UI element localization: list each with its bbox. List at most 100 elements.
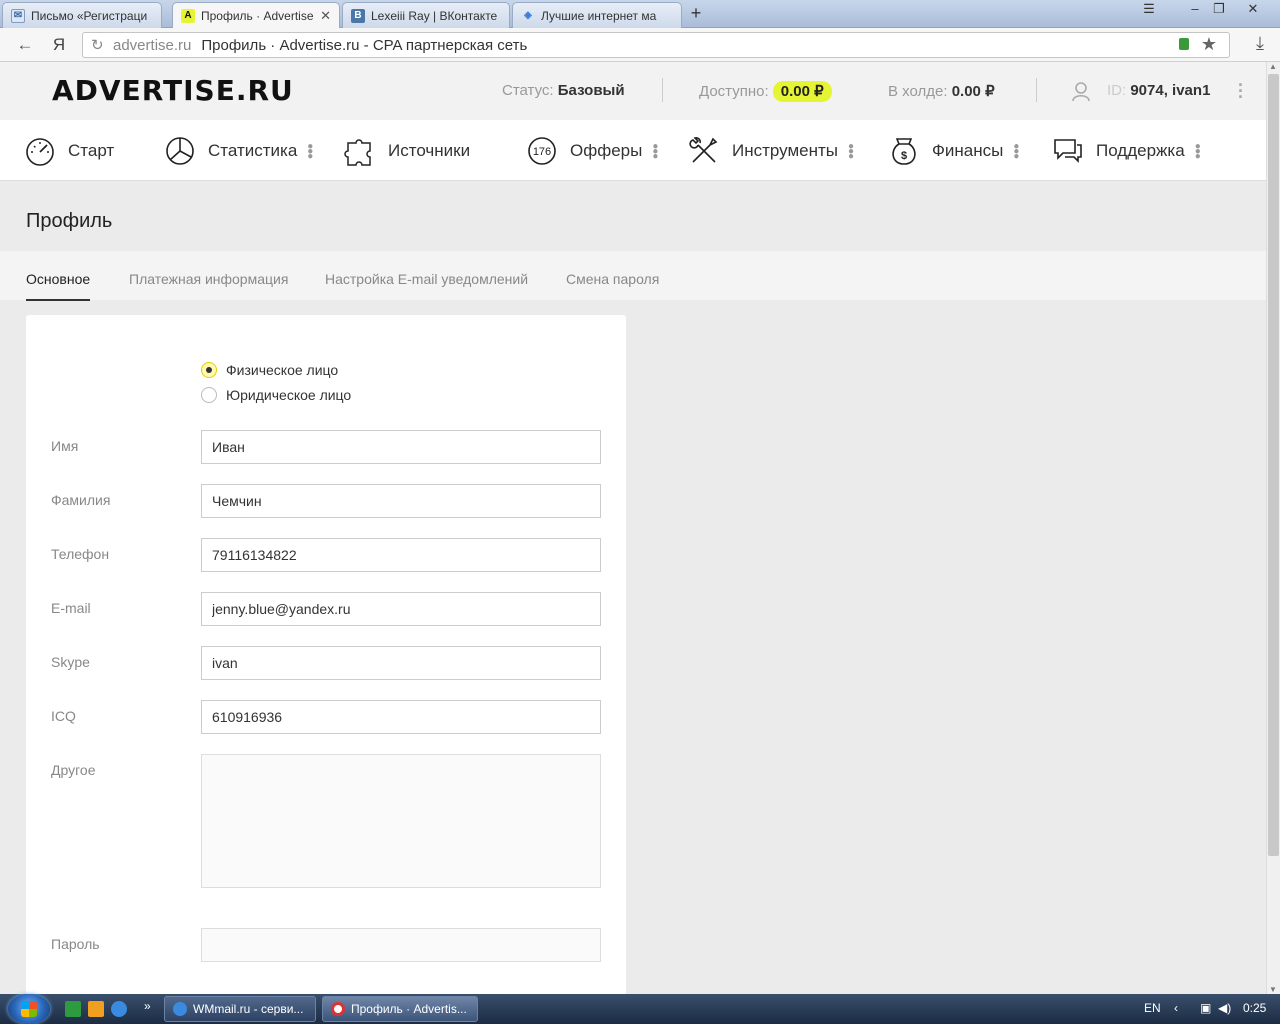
yandex-button[interactable]: Я bbox=[48, 34, 70, 56]
ie-icon[interactable] bbox=[111, 1001, 127, 1017]
svg-text:176: 176 bbox=[533, 146, 551, 158]
nav-more-icon[interactable]: ● ● ● bbox=[652, 141, 658, 161]
password-field[interactable] bbox=[201, 928, 601, 962]
phone-label: Телефон bbox=[51, 546, 110, 562]
scroll-down-icon[interactable]: ▼ bbox=[1269, 985, 1277, 994]
tools-icon bbox=[689, 137, 718, 163]
taskbar-item-wmmail[interactable]: WMmail.ru - серви... bbox=[164, 996, 316, 1022]
first-name-field[interactable] bbox=[201, 430, 601, 464]
hold-value: 0.00 ₽ bbox=[951, 83, 995, 100]
browser-tab-mail[interactable]: ✉ Письмо «Регистраци bbox=[2, 2, 162, 28]
radio-button-checked[interactable] bbox=[201, 362, 217, 378]
status-value: Базовый bbox=[557, 82, 625, 99]
close-window-icon[interactable]: ✕ bbox=[1240, 0, 1266, 20]
divider bbox=[1036, 78, 1037, 102]
nav-item-offers[interactable]: 176 Офферы ● ● ● bbox=[526, 134, 658, 168]
start-button[interactable] bbox=[8, 994, 50, 1024]
password-label: Пароль bbox=[51, 936, 100, 952]
nav-more-icon[interactable]: ● ● ● bbox=[1195, 141, 1201, 161]
tab-payment-info[interactable]: Платежная информация bbox=[129, 271, 288, 299]
page-scrollbar[interactable]: ▲ ▼ bbox=[1266, 62, 1280, 994]
status-info: Статус: Базовый bbox=[502, 82, 625, 99]
back-arrow-icon[interactable]: ← bbox=[14, 34, 36, 56]
volume-icon[interactable]: ◀) bbox=[1218, 1001, 1231, 1015]
money-bag-icon: $ bbox=[892, 138, 916, 165]
nav-item-support[interactable]: Поддержка ● ● ● bbox=[1052, 134, 1201, 168]
divider bbox=[662, 78, 663, 102]
other-textarea[interactable] bbox=[201, 754, 601, 888]
network-icon[interactable]: ▣ bbox=[1200, 1001, 1211, 1015]
speedometer-icon bbox=[26, 138, 54, 166]
nav-item-statistics[interactable]: Статистика ● ● ● bbox=[164, 134, 313, 168]
nav-more-icon[interactable]: ● ● ● bbox=[848, 141, 854, 161]
reload-icon[interactable]: ↻ bbox=[91, 36, 104, 54]
radio-button[interactable] bbox=[201, 387, 217, 403]
nav-more-icon[interactable]: ● ● ● bbox=[307, 141, 313, 161]
nav-item-finance[interactable]: $ Финансы ● ● ● bbox=[888, 134, 1019, 168]
user-icon[interactable] bbox=[1070, 80, 1092, 102]
phone-field[interactable] bbox=[201, 538, 601, 572]
bookmark-star-icon[interactable]: ★ bbox=[1201, 34, 1217, 55]
quicklaunch-more-icon[interactable]: » bbox=[144, 999, 151, 1013]
icq-field[interactable] bbox=[201, 700, 601, 734]
last-name-field[interactable] bbox=[201, 484, 601, 518]
skype-label: Skype bbox=[51, 654, 90, 670]
chat-bubbles-icon bbox=[1054, 139, 1082, 163]
main-nav: Старт Статистика ● ● ● Источники 176 Оффер… bbox=[0, 120, 1266, 181]
profile-form: Физическое лицо Юридическое лицо Имя Фам… bbox=[26, 315, 626, 995]
taskbar: » WMmail.ru - серви... Профиль · Adverti… bbox=[0, 994, 1280, 1024]
mail-icon: ✉ bbox=[11, 8, 25, 23]
taskbar-item-yandex[interactable]: Профиль · Advertis... bbox=[322, 996, 478, 1022]
page-title: Профиль bbox=[26, 210, 113, 232]
skype-field[interactable] bbox=[201, 646, 601, 680]
minimize-icon[interactable]: – bbox=[1182, 0, 1208, 20]
browser-tab-strip: ✉ Письмо «Регистраци A Профиль · Adverti… bbox=[0, 0, 1280, 28]
svg-text:$: $ bbox=[901, 150, 907, 162]
menu-icon[interactable]: ☰ bbox=[1136, 0, 1162, 20]
last-name-label: Фамилия bbox=[51, 492, 111, 508]
browser-tab-shops[interactable]: ◈ Лучшие интернет ма bbox=[512, 2, 682, 28]
advertise-favicon: A bbox=[181, 8, 195, 23]
tab-change-password[interactable]: Смена пароля bbox=[566, 271, 659, 299]
ie-icon bbox=[173, 1002, 187, 1016]
browser-tab-advertise[interactable]: A Профиль · Advertise.r ✕ bbox=[172, 2, 340, 28]
new-tab-button[interactable]: + bbox=[685, 4, 707, 24]
email-field[interactable] bbox=[201, 592, 601, 626]
windows-logo-icon bbox=[21, 1001, 37, 1017]
scrollbar-thumb[interactable] bbox=[1268, 74, 1279, 856]
scroll-up-icon[interactable]: ▲ bbox=[1269, 62, 1277, 71]
more-options-icon[interactable]: · · · bbox=[1238, 76, 1244, 106]
url-field[interactable]: ↻ advertise.ru Профиль · Advertise.ru - … bbox=[82, 32, 1230, 58]
url-page-title: Профиль · Advertise.ru - CPA партнерская… bbox=[201, 36, 528, 54]
icq-label: ICQ bbox=[51, 708, 76, 724]
vk-icon: B bbox=[351, 8, 365, 23]
site-header: ADVERTISE.RU Статус: Базовый Доступно: 0… bbox=[0, 62, 1266, 120]
nav-more-icon[interactable]: ● ● ● bbox=[1013, 141, 1019, 161]
available-balance: Доступно: 0.00 ₽ bbox=[699, 81, 832, 102]
available-value: 0.00 ₽ bbox=[772, 81, 832, 102]
offers-badge-icon: 176 bbox=[528, 137, 556, 165]
quicklaunch-app-icon[interactable] bbox=[65, 1001, 81, 1017]
tray-expand-icon[interactable]: ‹ bbox=[1174, 1001, 1178, 1015]
radio-legal-entity[interactable]: Юридическое лицо bbox=[201, 387, 351, 403]
download-icon[interactable]: ⤓ bbox=[1256, 33, 1264, 54]
nav-item-sources[interactable]: Источники bbox=[344, 134, 470, 168]
close-tab-icon[interactable]: ✕ bbox=[320, 8, 331, 24]
url-domain: advertise.ru bbox=[113, 36, 192, 54]
tab-main[interactable]: Основное bbox=[26, 271, 91, 301]
first-name-label: Имя bbox=[51, 438, 79, 454]
nav-item-tools[interactable]: Инструменты ● ● ● bbox=[688, 134, 854, 168]
browser-tab-vk[interactable]: B Lexeiii Ray | ВКонтакте bbox=[342, 2, 510, 28]
nav-item-start[interactable]: Старт bbox=[24, 134, 114, 168]
user-id[interactable]: ID: 9074, ivan1 bbox=[1107, 82, 1210, 99]
language-indicator[interactable]: EN bbox=[1144, 1001, 1161, 1015]
tab-email-notifications[interactable]: Настройка E-mail уведомлений bbox=[325, 271, 528, 299]
email-label: E-mail bbox=[51, 600, 91, 616]
restore-icon[interactable]: ❐ bbox=[1206, 0, 1232, 20]
media-player-icon[interactable] bbox=[88, 1001, 104, 1017]
site-logo[interactable]: ADVERTISE.RU bbox=[52, 74, 294, 107]
other-label: Другое bbox=[51, 762, 96, 778]
shop-favicon: ◈ bbox=[524, 10, 532, 21]
radio-individual[interactable]: Физическое лицо bbox=[201, 362, 338, 378]
clock[interactable]: 0:25 bbox=[1243, 1001, 1266, 1015]
